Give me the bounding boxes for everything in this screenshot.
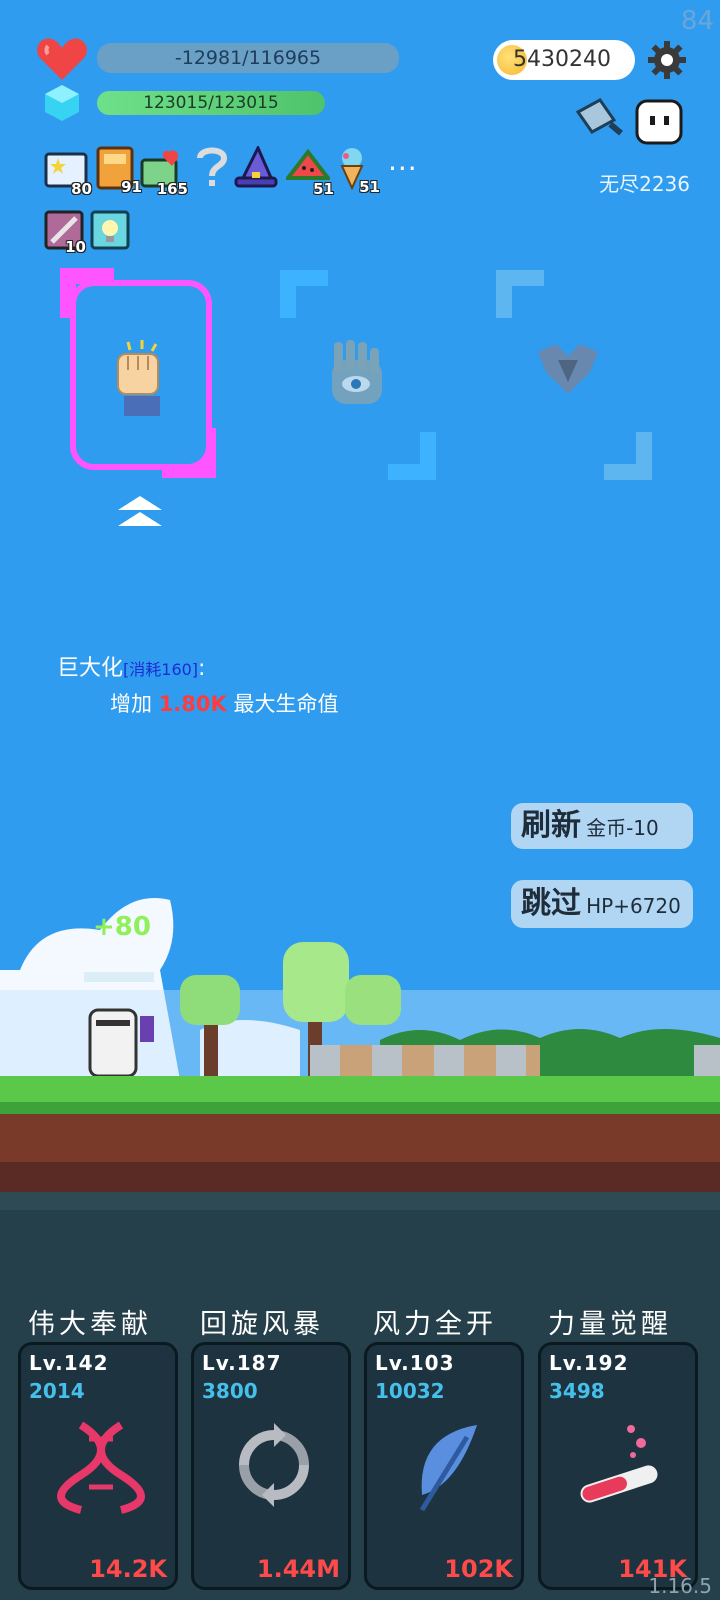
mp-bar: 123015/123015 [97,91,325,115]
skill-card-2[interactable]: Lv.187 3800 1.44M [191,1342,351,1590]
skill-description-title: 巨大化[消耗160]: [57,650,205,682]
skill-level: Lv.187 [202,1351,282,1375]
skill-card-4[interactable]: Lv.192 3498 141K [538,1342,698,1590]
mp-text: 123015/123015 [143,93,279,113]
feather-icon [419,1425,477,1512]
watermelon-icon[interactable]: 51 [283,148,334,198]
ghost-icon[interactable] [634,98,684,146]
heart-icon [37,38,87,80]
coin-counter: 5430240 [493,40,635,80]
skill-cost: 10032 [375,1379,445,1403]
effect-suffix: 最大生命值 [226,692,339,716]
choice-slot-2[interactable] [278,268,438,482]
potion-icon [580,1425,658,1503]
endless-level: 无尽2236 [599,172,690,196]
hp-bar: -12981/116965 [97,43,399,73]
hp-text: -12981/116965 [174,47,322,69]
cycle-icon [239,1423,309,1507]
more-items-icon[interactable]: ··· [388,152,418,185]
fps-counter: 84 [680,6,714,36]
star-card-icon[interactable]: 80 [44,148,92,198]
skill-title-3: 风力全开 [373,1309,497,1340]
eye-hand-icon [332,340,382,404]
coin-amount: 5430240 [513,47,611,72]
choice-slot-3[interactable] [494,268,654,482]
ice-cream-icon[interactable]: 51 [332,146,380,196]
skill-value: 102K [444,1555,513,1583]
skill-cost: 3498 [549,1379,605,1403]
cleaver-icon[interactable] [574,98,626,142]
skill-description-effect: 增加 1.80K 最大生命值 [110,688,338,718]
skill-value: 1.44M [256,1555,340,1583]
skill-title-2: 回旋风暴 [200,1309,324,1340]
question-icon[interactable] [190,146,234,190]
upgrade-chevron-icon [118,496,162,526]
version-label: 1.16.5 [648,1574,712,1598]
skill-cost: 3800 [202,1379,258,1403]
gear-icon[interactable] [647,40,687,80]
skill-title-1: 伟大奉献 [28,1309,152,1340]
choice-slot-selected[interactable] [70,280,212,470]
floating-gain-text: +80 [93,912,151,942]
skill-card-3[interactable]: Lv.103 10032 102K [364,1342,524,1590]
skill-title-4: 力量觉醒 [548,1309,672,1340]
skill-name: 巨大化 [57,656,124,681]
effect-value: 1.80K [158,692,227,716]
refresh-button[interactable]: 刷新 金币-10 [511,803,693,849]
refresh-label: 刷新 [521,808,581,843]
skill-cost: [消耗160] [123,660,199,679]
refresh-cost: 金币-10 [586,816,659,840]
skill-cost: 2014 [29,1379,85,1403]
bulb-card-icon[interactable] [90,210,134,254]
skill-value: 14.2K [89,1555,167,1583]
dna-icon [57,1421,145,1514]
wizard-hat-icon[interactable] [234,144,278,190]
effect-prefix: 增加 [110,692,159,716]
skill-level: Lv.142 [29,1351,109,1375]
diamond-icon [45,85,79,121]
book-icon[interactable]: 91 [94,146,142,196]
armor-icon [538,344,598,394]
skill-level: Lv.103 [375,1351,455,1375]
skill-level: Lv.192 [549,1351,629,1375]
fist-icon [117,340,160,416]
desc-colon: : [198,656,206,681]
heart-card-icon[interactable]: 165 [140,148,188,198]
skill-card-1[interactable]: Lv.142 2014 14.2K [18,1342,178,1590]
sword-card-icon[interactable]: 10 [44,210,88,256]
